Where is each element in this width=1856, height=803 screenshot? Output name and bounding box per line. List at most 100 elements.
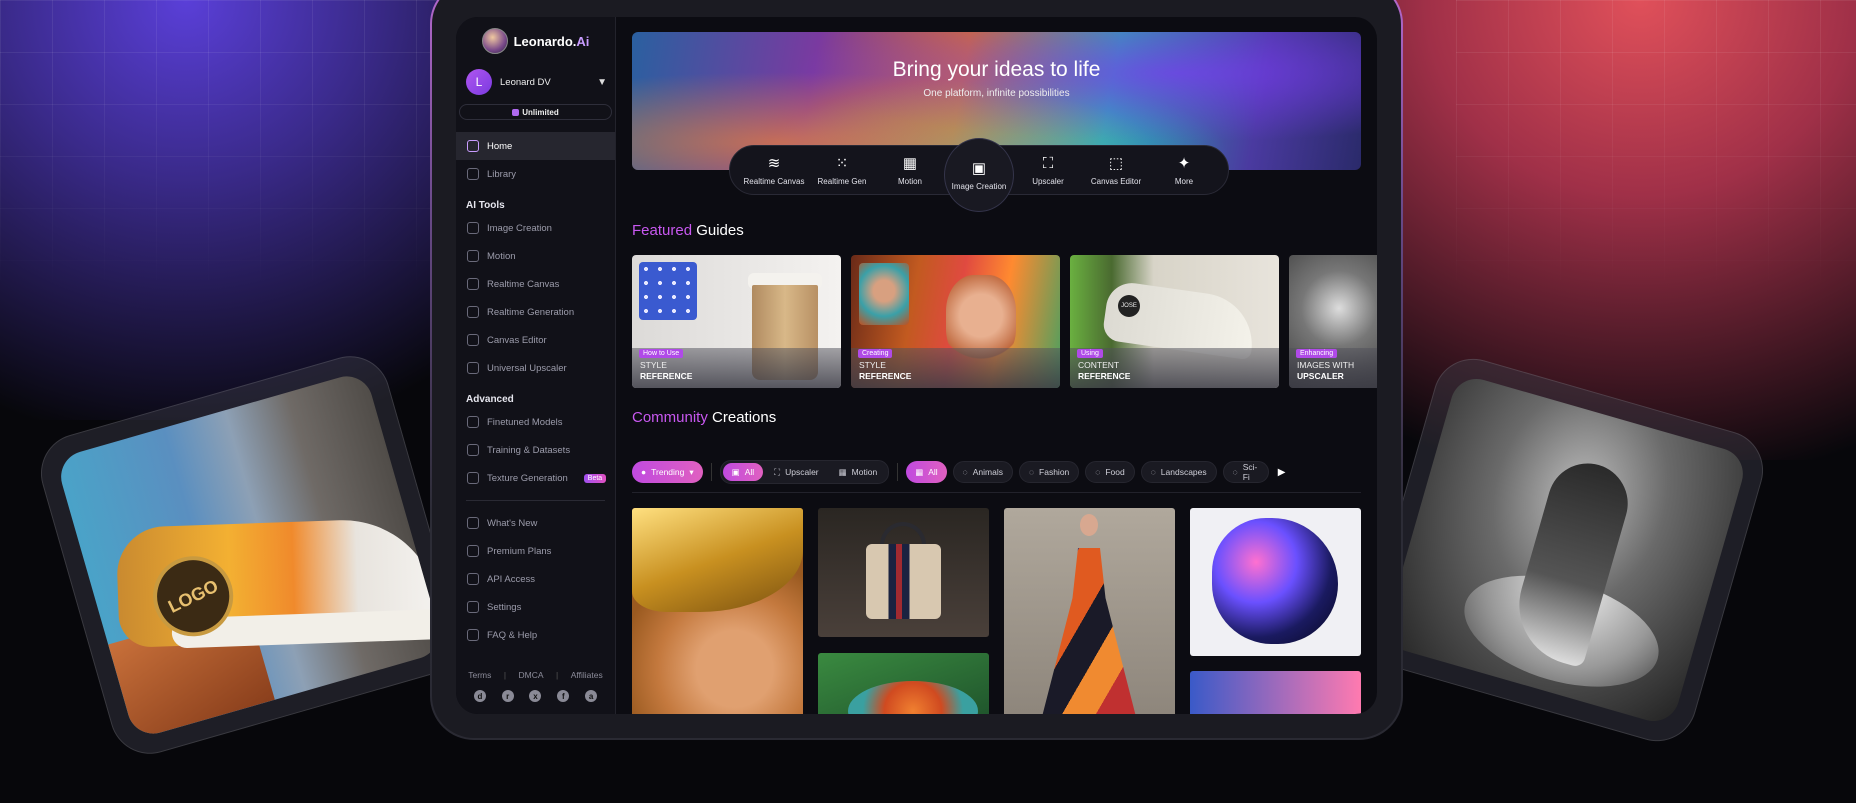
- image-icon: ▣: [731, 466, 740, 477]
- chevron-down-icon[interactable]: ▼: [597, 77, 607, 88]
- film-icon: ▦: [902, 154, 918, 172]
- brush-icon: [467, 278, 479, 290]
- community-image-gold-portrait[interactable]: [632, 508, 803, 714]
- key-icon: [467, 573, 479, 585]
- user-menu[interactable]: L Leonard DV ▼: [466, 68, 607, 96]
- sort-dropdown[interactable]: ● Trending ▾: [632, 461, 703, 483]
- sidebar-item-library[interactable]: Library: [456, 160, 615, 188]
- discord-icon[interactable]: d: [473, 690, 486, 702]
- beta-badge: Beta: [583, 473, 607, 483]
- divider: [466, 500, 605, 501]
- sidebar-item-faq-help[interactable]: FAQ & Help: [456, 621, 615, 649]
- sidebar-item-universal-upscaler[interactable]: Universal Upscaler: [456, 354, 615, 382]
- sidebar-item-canvas-editor[interactable]: Canvas Editor: [456, 326, 615, 354]
- sidebar-item-home[interactable]: Home: [456, 132, 615, 160]
- dots-grid-icon: [467, 306, 479, 318]
- sneaker-badge: JOSE: [1118, 295, 1140, 317]
- sidebar-item-training-datasets[interactable]: Training & Datasets: [456, 436, 615, 464]
- user-name: Leonard DV: [500, 76, 551, 88]
- sidebar: Leonardo.Ai L Leonard DV ▼ Unlimited Hom…: [456, 17, 616, 714]
- heel-icon: ◌: [1028, 467, 1035, 477]
- footer-links: Terms | DMCA | Affiliates: [468, 670, 603, 680]
- tool-canvas-editor[interactable]: ⬚ Canvas Editor: [1082, 155, 1150, 186]
- guide-tag: How to Use: [639, 349, 684, 358]
- sidebar-item-realtime-generation[interactable]: Realtime Generation: [456, 298, 615, 326]
- section-heading-advanced: Advanced: [466, 393, 514, 405]
- texture-icon: [467, 472, 479, 484]
- link-affiliates[interactable]: Affiliates: [571, 670, 603, 680]
- type-filter-motion[interactable]: ▦ Motion: [830, 463, 887, 481]
- sidebar-item-texture-generation[interactable]: Texture Generation Beta: [456, 464, 615, 492]
- community-image-abstract[interactable]: [1190, 671, 1361, 714]
- community-image-chameleon[interactable]: [818, 653, 989, 714]
- guide-card-style-reference[interactable]: How to Use STYLE REFERENCE: [632, 255, 841, 388]
- type-filter-upscaler[interactable]: ⛶ Upscaler: [765, 463, 828, 481]
- type-filter-group: ▣ All ⛶ Upscaler ▦ Motion: [719, 460, 890, 484]
- category-filter-all[interactable]: ▦ All: [906, 461, 947, 483]
- community-image-handbag[interactable]: [818, 508, 989, 637]
- tool-more[interactable]: ✦ More: [1150, 155, 1218, 186]
- category-filter-scifi[interactable]: ◌ Sci-Fi: [1222, 461, 1269, 483]
- hero-subtitle: One platform, infinite possibilities: [923, 88, 1070, 99]
- community-image-abstract-blob[interactable]: [1190, 508, 1361, 656]
- film-icon: ▦: [838, 466, 847, 477]
- sidebar-item-premium-plans[interactable]: Premium Plans: [456, 537, 615, 565]
- category-filter-food[interactable]: ◌ Food: [1085, 461, 1135, 483]
- sidebar-item-image-creation[interactable]: Image Creation: [456, 214, 615, 242]
- pattern-thumbnail: [639, 262, 697, 320]
- monochrome-image: [1380, 372, 1750, 728]
- guide-card-upscaler[interactable]: Enhancing IMAGES WITH UPSCALER: [1289, 255, 1377, 388]
- apple-icon[interactable]: a: [585, 690, 598, 702]
- tool-motion[interactable]: ▦ Motion: [876, 155, 944, 186]
- film-icon: [467, 250, 479, 262]
- community-image-dress[interactable]: [1004, 508, 1175, 714]
- tool-upscaler[interactable]: ⛶ Upscaler: [1014, 155, 1082, 186]
- sidebar-item-realtime-canvas[interactable]: Realtime Canvas: [456, 270, 615, 298]
- featured-guides-heading: Featured Guides: [632, 222, 744, 239]
- tool-realtime-canvas[interactable]: ≋ Realtime Canvas: [740, 155, 808, 186]
- brand-logo[interactable]: Leonardo.Ai: [456, 28, 615, 54]
- sidebar-item-motion[interactable]: Motion: [456, 242, 615, 270]
- megaphone-icon: [467, 517, 479, 529]
- category-filter-animals[interactable]: ◌ Animals: [952, 461, 1013, 483]
- category-filter-landscapes[interactable]: ◌ Landscapes: [1140, 461, 1217, 483]
- flame-icon: ●: [641, 467, 647, 477]
- dots-grid-icon: ⁙: [835, 154, 849, 172]
- guide-card-creating-style-reference[interactable]: Creating STYLE REFERENCE: [851, 255, 1060, 388]
- type-filter-all[interactable]: ▣ All: [722, 463, 764, 481]
- robot-icon: ◌: [1232, 467, 1238, 477]
- community-creations-heading: Community Creations: [632, 409, 777, 426]
- link-terms[interactable]: Terms: [468, 670, 491, 680]
- guide-card-content-reference[interactable]: JOSE Using CONTENT REFERENCE: [1070, 255, 1279, 388]
- hero-title: Bring your ideas to life: [892, 58, 1101, 81]
- tool-image-creation[interactable]: ▣ Image Creation: [944, 138, 1014, 212]
- social-links: d r x f a: [456, 680, 615, 714]
- sidebar-item-finetuned-models[interactable]: Finetuned Models: [456, 408, 615, 436]
- image-icon: [467, 222, 479, 234]
- reddit-icon[interactable]: r: [501, 690, 514, 702]
- upscale-icon: ⛶: [774, 466, 781, 477]
- app-screen: Leonardo.Ai L Leonard DV ▼ Unlimited Hom…: [456, 17, 1377, 714]
- category-filter-fashion[interactable]: ◌ Fashion: [1018, 461, 1080, 483]
- tool-realtime-gen[interactable]: ⁙ Realtime Gen: [808, 155, 876, 186]
- background-grid-right: [1456, 0, 1856, 300]
- food-icon: ◌: [1095, 467, 1101, 477]
- crown-icon: [467, 545, 479, 557]
- plan-badge[interactable]: Unlimited: [459, 104, 612, 120]
- upscale-icon: ⛶: [1042, 154, 1054, 172]
- x-icon[interactable]: x: [529, 690, 542, 702]
- facebook-icon[interactable]: f: [557, 690, 570, 702]
- mountain-icon: ◌: [1150, 467, 1156, 477]
- sidebar-item-api-access[interactable]: API Access: [456, 565, 615, 593]
- logo-icon: [481, 28, 508, 54]
- guide-tag: Enhancing: [1296, 349, 1338, 358]
- community-filters: ● Trending ▾ ▣ All ⛶ Upscaler ▦ Motion ▦ All ◌…: [632, 460, 1289, 484]
- sidebar-item-whats-new[interactable]: What's New: [456, 509, 615, 537]
- quick-tools-bar: ≋ Realtime Canvas ⁙ Realtime Gen ▦ Motion ▣…: [729, 138, 1229, 212]
- chevron-right-icon[interactable]: ▶: [1275, 461, 1289, 483]
- sidebar-item-settings[interactable]: Settings: [456, 593, 615, 621]
- link-dmca[interactable]: DMCA: [519, 670, 544, 680]
- divider: [632, 492, 1361, 493]
- cube-icon: [467, 416, 479, 428]
- crop-icon: ⬚: [1108, 154, 1124, 172]
